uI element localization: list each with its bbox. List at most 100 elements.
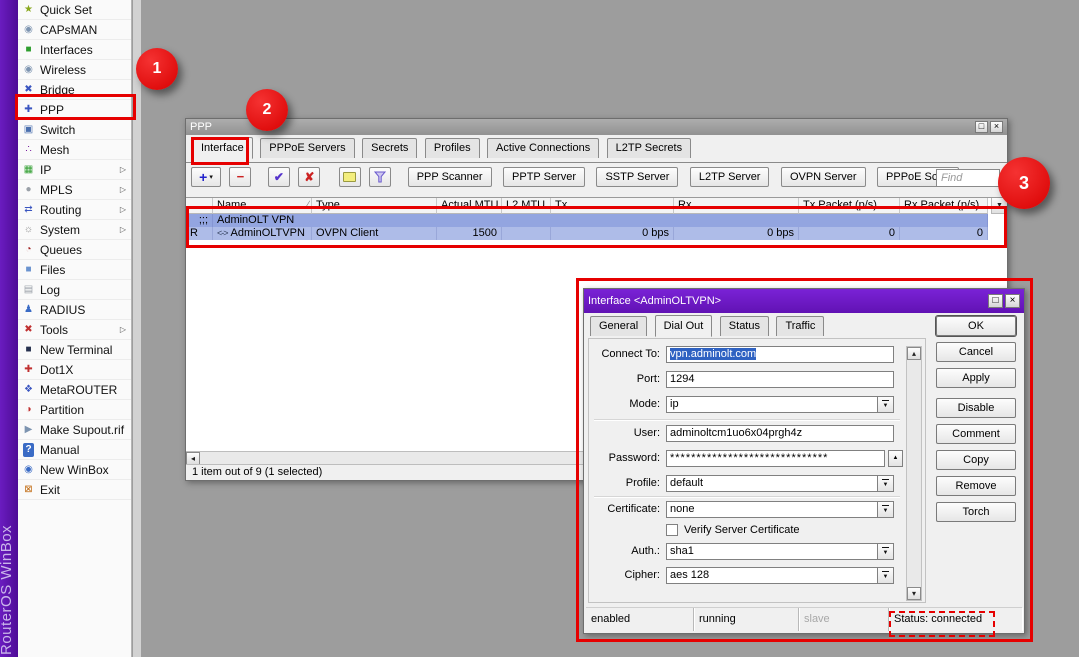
- dialog-title: Interface <AdminOLTVPN>: [588, 295, 986, 307]
- sidebar-item-radius[interactable]: RADIUS: [18, 300, 131, 320]
- user-field[interactable]: adminoltcm1uo6x04prgh4z: [666, 425, 894, 442]
- tab-active-connections[interactable]: Active Connections: [487, 138, 599, 158]
- dropdown-icon[interactable]: ▼: [877, 568, 893, 583]
- ovpn-server-button[interactable]: OVPN Server: [781, 167, 866, 187]
- separator: [594, 419, 900, 421]
- sidebar-item-tools[interactable]: Tools▷: [18, 320, 131, 340]
- sidebar-item-make-supout[interactable]: Make Supout.rif: [18, 420, 131, 440]
- tab-l2tp-secrets[interactable]: L2TP Secrets: [607, 138, 691, 158]
- auth-field[interactable]: sha1 ▼: [666, 543, 894, 560]
- submenu-arrow-icon: ▷: [120, 225, 128, 234]
- l2tp-server-button[interactable]: L2TP Server: [690, 167, 770, 187]
- password-up-icon[interactable]: ▲: [888, 450, 903, 467]
- tab-status[interactable]: Status: [720, 316, 769, 336]
- close-icon[interactable]: ×: [990, 121, 1003, 133]
- sidebar-item-manual[interactable]: Manual: [18, 440, 131, 460]
- sidebar-scroll-area[interactable]: [133, 0, 141, 657]
- enable-icon[interactable]: ✔: [268, 167, 290, 187]
- tab-traffic[interactable]: Traffic: [776, 316, 824, 336]
- sstp-server-button[interactable]: SSTP Server: [596, 167, 678, 187]
- sidebar-item-system[interactable]: System▷: [18, 220, 131, 240]
- mode-field[interactable]: ip ▼: [666, 396, 894, 413]
- password-field[interactable]: ******************************: [666, 450, 885, 467]
- cancel-button[interactable]: Cancel: [936, 342, 1016, 362]
- scroll-up-icon[interactable]: ▴: [907, 347, 921, 360]
- tab-general[interactable]: General: [590, 316, 647, 336]
- connect-to-field[interactable]: vpn.adminolt.com: [666, 346, 894, 363]
- table-row-comment[interactable]: ;;; AdminOLT VPN: [186, 214, 1007, 227]
- tab-pppoe-servers[interactable]: PPPoE Servers: [260, 138, 354, 158]
- table-row[interactable]: R AdminOLTVPN OVPN Client 1500 0 bps 0 b…: [186, 227, 1007, 240]
- remove-button[interactable]: Remove: [936, 476, 1016, 496]
- certificate-row: Certificate: none ▼: [584, 501, 924, 518]
- tab-dial-out[interactable]: Dial Out: [655, 315, 713, 337]
- sidebar-item-exit[interactable]: Exit: [18, 480, 131, 500]
- sidebar-item-dot1x[interactable]: Dot1X: [18, 360, 131, 380]
- apply-button[interactable]: Apply: [936, 368, 1016, 388]
- certificate-field[interactable]: none ▼: [666, 501, 894, 518]
- column-flags[interactable]: [186, 198, 213, 214]
- submenu-arrow-icon: ▷: [120, 165, 128, 174]
- column-rx-packet[interactable]: Rx Packet (p/s): [900, 198, 988, 214]
- sidebar-item-queues[interactable]: Queues: [18, 240, 131, 260]
- column-l2-mtu[interactable]: L2 MTU: [502, 198, 551, 214]
- ok-button[interactable]: OK: [936, 316, 1016, 336]
- copy-button[interactable]: Copy: [936, 450, 1016, 470]
- exit-icon: [21, 483, 36, 497]
- torch-button[interactable]: Torch: [936, 502, 1016, 522]
- filter-icon[interactable]: [369, 167, 391, 187]
- sidebar-item-log[interactable]: Log: [18, 280, 131, 300]
- sidebar-item-interfaces[interactable]: Interfaces: [18, 40, 131, 60]
- sidebar-item-files[interactable]: Files: [18, 260, 131, 280]
- sidebar-item-wireless[interactable]: Wireless: [18, 60, 131, 80]
- column-tx[interactable]: Tx: [551, 198, 674, 214]
- sidebar-item-partition[interactable]: Partition: [18, 400, 131, 420]
- cipher-field[interactable]: aes 128 ▼: [666, 567, 894, 584]
- tab-interface[interactable]: Interface: [192, 137, 253, 159]
- vertical-scrollbar[interactable]: ▴ ▾: [906, 346, 922, 601]
- sidebar-item-mpls[interactable]: MPLS▷: [18, 180, 131, 200]
- dropdown-icon[interactable]: ▼: [877, 544, 893, 559]
- comment-button[interactable]: Comment: [936, 424, 1016, 444]
- disable-icon[interactable]: ✘: [298, 167, 320, 187]
- sidebar-item-switch[interactable]: Switch: [18, 120, 131, 140]
- find-input[interactable]: [936, 169, 1000, 187]
- column-actual-mtu[interactable]: Actual MTU: [437, 198, 502, 214]
- column-tx-packet[interactable]: Tx Packet (p/s): [799, 198, 900, 214]
- ppp-scanner-button[interactable]: PPP Scanner: [408, 167, 492, 187]
- sidebar-item-quick-set[interactable]: Quick Set: [18, 0, 131, 20]
- sidebar-item-routing[interactable]: Routing▷: [18, 200, 131, 220]
- column-type[interactable]: Type: [312, 198, 437, 214]
- wireless-icon: [21, 63, 36, 77]
- profile-field[interactable]: default ▼: [666, 475, 894, 492]
- sidebar-item-ppp[interactable]: PPP: [18, 100, 131, 120]
- ppp-window-titlebar[interactable]: PPP □ ×: [186, 119, 1007, 135]
- disable-button[interactable]: Disable: [936, 398, 1016, 418]
- tab-profiles[interactable]: Profiles: [425, 138, 480, 158]
- sidebar-item-ip[interactable]: IP▷: [18, 160, 131, 180]
- dropdown-icon[interactable]: ▼: [877, 502, 893, 517]
- scroll-down-icon[interactable]: ▾: [907, 587, 921, 600]
- comment-icon[interactable]: [339, 167, 361, 187]
- column-rx[interactable]: Rx: [674, 198, 799, 214]
- maximize-icon[interactable]: □: [975, 121, 988, 133]
- dialog-titlebar[interactable]: Interface <AdminOLTVPN> □ ×: [584, 289, 1024, 313]
- verify-certificate-row: Verify Server Certificate: [584, 522, 924, 539]
- dropdown-icon[interactable]: ▼: [877, 397, 893, 412]
- remove-icon[interactable]: −: [229, 167, 251, 187]
- maximize-icon[interactable]: □: [988, 294, 1003, 308]
- add-icon[interactable]: +▾: [191, 167, 221, 187]
- dropdown-icon[interactable]: ▼: [877, 476, 893, 491]
- verify-server-certificate-checkbox[interactable]: [666, 524, 678, 536]
- close-icon[interactable]: ×: [1005, 294, 1020, 308]
- sidebar-item-mesh[interactable]: Mesh: [18, 140, 131, 160]
- column-name[interactable]: Name∕: [213, 198, 312, 214]
- pptp-server-button[interactable]: PPTP Server: [503, 167, 585, 187]
- port-field[interactable]: 1294: [666, 371, 894, 388]
- sidebar-item-capsman[interactable]: CAPsMAN: [18, 20, 131, 40]
- sidebar-item-bridge[interactable]: Bridge: [18, 80, 131, 100]
- sidebar-item-metarouter[interactable]: MetaROUTER: [18, 380, 131, 400]
- tab-secrets[interactable]: Secrets: [362, 138, 417, 158]
- sidebar-item-new-winbox[interactable]: New WinBox: [18, 460, 131, 480]
- sidebar-item-new-terminal[interactable]: New Terminal: [18, 340, 131, 360]
